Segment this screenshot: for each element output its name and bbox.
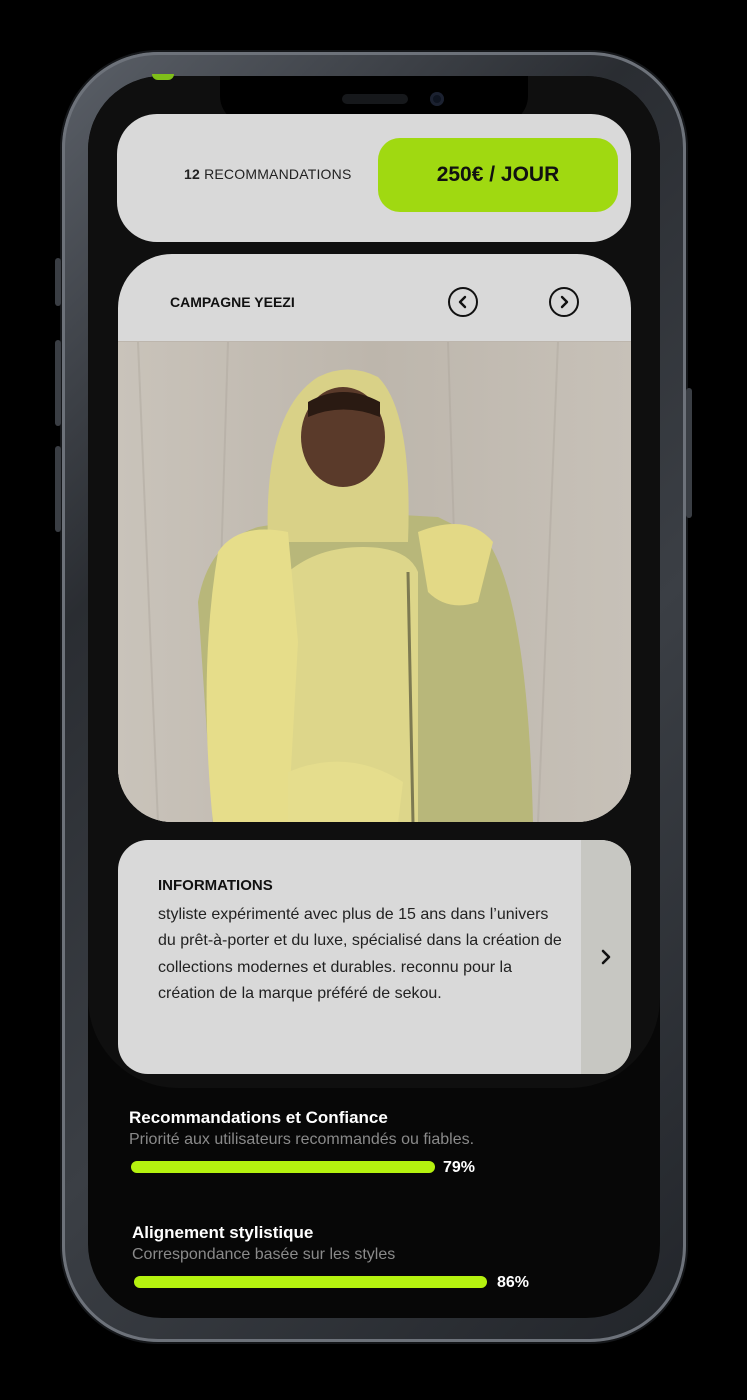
speaker	[342, 94, 408, 104]
front-camera	[430, 92, 444, 106]
campaign-photo-illustration	[118, 341, 631, 822]
information-text: styliste expérimenté avec plus de 15 ans…	[158, 906, 562, 1003]
stat-title-trust: Recommandations et Confiance	[129, 1108, 388, 1127]
chevron-right-icon	[601, 949, 611, 965]
recommendations-count: 12 RECOMMANDATIONS	[184, 166, 352, 182]
stat-subtitle-trust: Priorité aux utilisateurs recommandés ou…	[129, 1131, 475, 1148]
price-button[interactable]: 250€ / JOUR	[378, 138, 618, 212]
stat-title-style: Alignement stylistique	[132, 1223, 314, 1242]
previous-button[interactable]	[448, 287, 478, 317]
chevron-right-icon	[560, 295, 569, 309]
volume-up-button	[55, 340, 61, 426]
progress-fill-style	[134, 1276, 487, 1288]
recommendations-number: 12	[184, 166, 200, 182]
recommendations-label: RECOMMANDATIONS	[204, 166, 352, 182]
information-card: INFORMATIONS styliste expérimenté avec p…	[118, 840, 631, 1074]
campaign-photo[interactable]	[118, 341, 631, 822]
power-button	[686, 388, 692, 518]
status-indicator	[152, 74, 174, 80]
campaign-card: CAMPAGNE YEEZI	[118, 254, 631, 822]
volume-down-button	[55, 446, 61, 532]
next-button[interactable]	[549, 287, 579, 317]
stat-subtitle-style: Correspondance basée sur les styles	[132, 1246, 396, 1263]
chevron-left-icon	[458, 295, 467, 309]
progress-bar-trust	[131, 1161, 435, 1173]
stat-value-trust: 79%	[443, 1159, 476, 1176]
stat-value-style: 86%	[497, 1274, 530, 1291]
information-title: INFORMATIONS	[158, 877, 273, 894]
progress-bar-style	[134, 1276, 487, 1288]
campaign-title: CAMPAGNE YEEZI	[170, 294, 295, 310]
information-expand-button[interactable]	[581, 840, 631, 1074]
mute-switch	[55, 258, 61, 306]
progress-fill-trust	[131, 1161, 435, 1173]
